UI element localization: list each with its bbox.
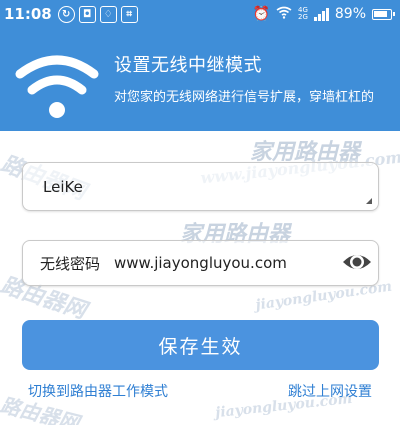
- diamond-app-icon: ♢: [99, 5, 117, 23]
- signal-strength-icon: [313, 7, 329, 21]
- ssid-value: LeiKe: [43, 177, 83, 196]
- sync-app-icon: ↻: [57, 5, 75, 23]
- switch-router-mode-link[interactable]: 切换到路由器工作模式: [28, 381, 168, 401]
- save-button[interactable]: 保存生效: [22, 320, 379, 370]
- header-banner: 设置无线中继模式 对您家的无线网络进行信号扩展，穿墙杠杠的: [0, 28, 400, 131]
- password-label: 无线密码: [40, 254, 101, 273]
- password-field[interactable]: 无线密码 www.jiayongluyou.com: [22, 240, 379, 286]
- password-value: www.jiayongluyou.com: [114, 254, 287, 272]
- wifi-icon: [15, 55, 99, 118]
- network-type: 4G 2G: [297, 6, 308, 21]
- show-password-eye-icon[interactable]: [342, 249, 372, 275]
- shield-app-icon: ◘: [78, 5, 96, 23]
- skip-setup-link[interactable]: 跳过上网设置: [288, 381, 372, 401]
- battery-icon: [372, 8, 395, 20]
- grid-app-icon: ⌗: [120, 5, 138, 23]
- ssid-select[interactable]: LeiKe: [22, 162, 379, 211]
- status-bar: 11:08 ↻ ◘ ♢ ⌗ ⏰ 4G 2G 89%: [0, 0, 400, 28]
- wifi-status-icon: [276, 6, 292, 23]
- status-indicators: ⏰ 4G 2G 89%: [252, 6, 395, 23]
- page-subtitle: 对您家的无线网络进行信号扩展，穿墙杠杠的: [114, 90, 375, 105]
- battery-percent: 89%: [334, 6, 366, 22]
- status-time: 11:08: [4, 5, 52, 23]
- page-title: 设置无线中继模式: [114, 55, 262, 76]
- dropdown-arrow-icon: [366, 198, 372, 204]
- alarm-icon: ⏰: [252, 6, 270, 22]
